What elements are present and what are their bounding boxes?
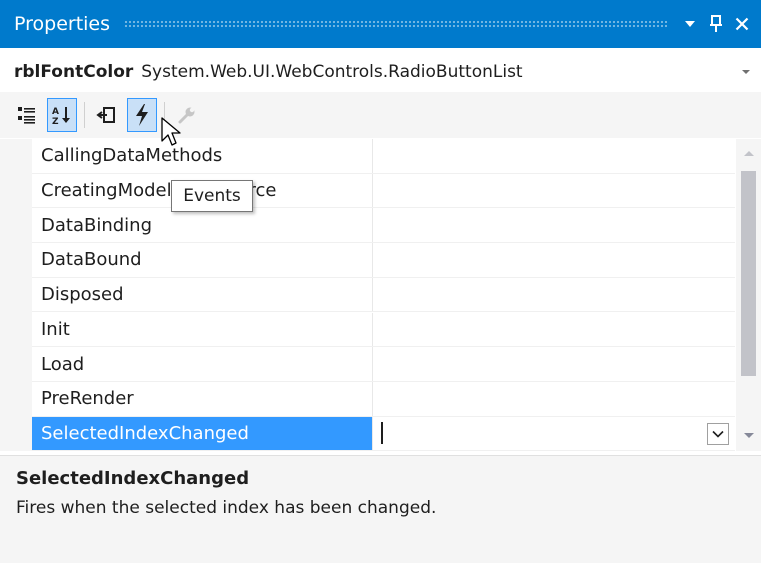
description-pane: SelectedIndexChanged Fires when the sele… <box>0 455 761 563</box>
events-tooltip: Events <box>171 180 253 212</box>
chevron-down-icon <box>712 430 724 438</box>
event-row[interactable]: CallingDataMethods <box>32 139 735 174</box>
object-name: rblFontColor <box>14 62 134 82</box>
vertical-scrollbar[interactable] <box>736 139 761 451</box>
event-name: PreRender <box>32 381 373 416</box>
close-icon[interactable] <box>729 9 755 39</box>
svg-text:Z: Z <box>52 117 59 126</box>
event-handler-value[interactable] <box>373 139 735 173</box>
event-name: Init <box>32 312 373 347</box>
handler-dropdown-button[interactable] <box>707 422 729 445</box>
alphabetical-sort-icon[interactable]: A Z <box>47 98 77 132</box>
description-text: Fires when the selected index has been c… <box>16 498 437 518</box>
event-name: Load <box>32 347 373 381</box>
event-row[interactable]: Load <box>32 347 735 382</box>
object-selector[interactable]: rblFontColor System.Web.UI.WebControls.R… <box>0 54 761 90</box>
toolbar-separator <box>84 102 85 128</box>
events-lightning-icon[interactable] <box>127 98 157 132</box>
event-handler-value[interactable] <box>373 382 735 416</box>
event-row-selected[interactable]: SelectedIndexChanged <box>32 416 735 452</box>
scroll-down-icon[interactable] <box>736 423 761 447</box>
description-title: SelectedIndexChanged <box>16 468 250 489</box>
event-handler-value[interactable] <box>373 174 735 208</box>
pin-icon[interactable] <box>703 9 729 39</box>
svg-text:A: A <box>52 107 59 117</box>
event-row[interactable]: PreRender <box>32 381 735 417</box>
event-row[interactable]: CreatingModelDataSource <box>32 173 735 209</box>
events-grid: CallingDataMethods CreatingModelDataSour… <box>0 139 761 452</box>
window-position-dropdown-icon[interactable] <box>677 9 703 39</box>
event-handler-value[interactable] <box>373 278 735 312</box>
scroll-up-icon[interactable] <box>736 141 761 165</box>
mouse-cursor-icon <box>161 117 181 146</box>
event-name: DataBinding <box>32 208 373 243</box>
event-row[interactable]: Disposed <box>32 277 735 313</box>
properties-icon[interactable] <box>92 98 122 132</box>
event-handler-value[interactable] <box>373 208 735 242</box>
scrollbar-thumb[interactable] <box>741 171 756 376</box>
event-row[interactable]: DataBound <box>32 243 735 278</box>
event-name: CallingDataMethods <box>32 139 373 173</box>
event-name: Disposed <box>32 277 373 312</box>
chevron-down-icon[interactable] <box>731 69 761 75</box>
event-row[interactable]: Init <box>32 312 735 348</box>
event-handler-value[interactable] <box>373 313 735 347</box>
categorized-icon[interactable] <box>12 98 42 132</box>
window-title: Properties <box>14 13 111 35</box>
event-name: SelectedIndexChanged <box>32 416 373 451</box>
event-handler-input[interactable] <box>373 417 735 451</box>
properties-title-bar[interactable]: Properties <box>0 0 761 48</box>
text-caret <box>381 422 383 445</box>
title-grip[interactable] <box>124 19 667 29</box>
properties-toolbar: A Z <box>0 92 761 138</box>
event-name: DataBound <box>32 243 373 277</box>
event-handler-value[interactable] <box>373 347 735 381</box>
grid-gutter <box>0 139 32 451</box>
event-handler-value[interactable] <box>373 243 735 277</box>
event-row[interactable]: DataBinding <box>32 208 735 244</box>
object-type: System.Web.UI.WebControls.RadioButtonLis… <box>141 62 523 82</box>
